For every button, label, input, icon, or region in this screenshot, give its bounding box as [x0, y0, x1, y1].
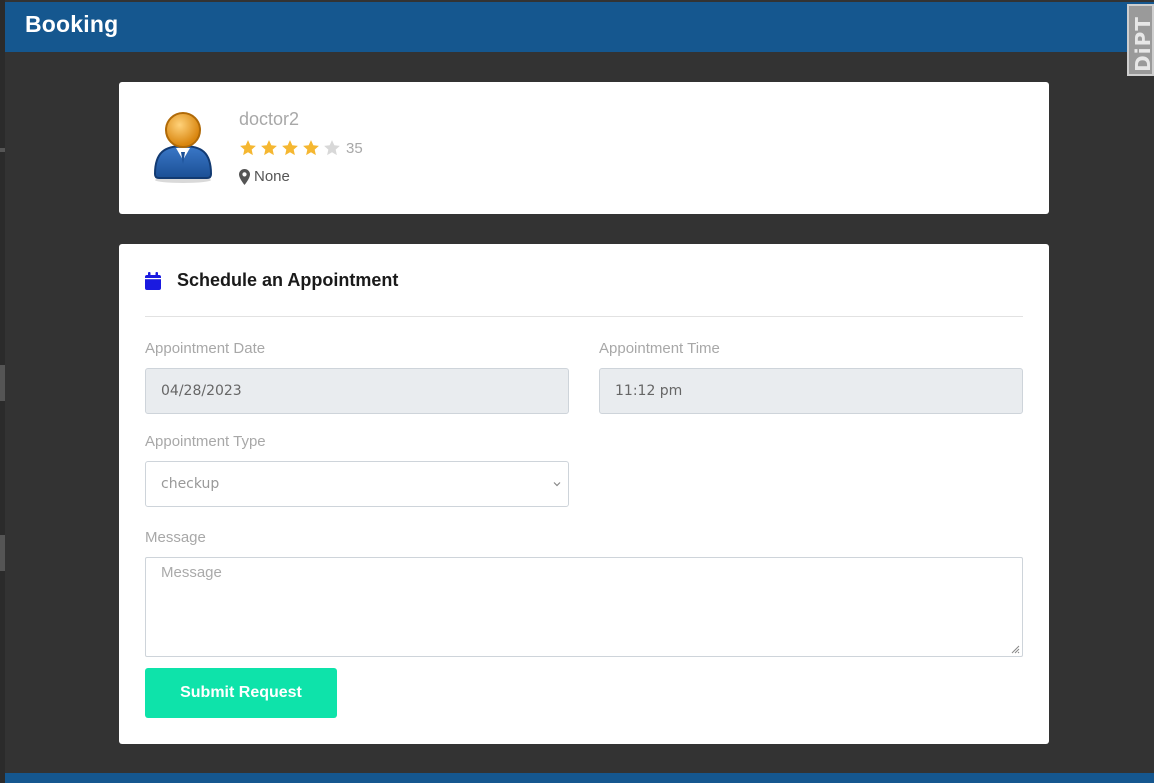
- message-label: Message: [145, 529, 206, 546]
- page-header: Booking: [5, 2, 1154, 52]
- doctor-name: doctor2: [239, 109, 300, 129]
- appointment-type-label: Appointment Type: [145, 433, 266, 450]
- star-filled-icon: [282, 140, 298, 156]
- appointment-date-field[interactable]: 04/28/2023: [145, 368, 569, 414]
- page-title: Booking: [25, 11, 119, 37]
- appointment-form-card: Schedule an Appointment Appointment Date…: [119, 244, 1049, 744]
- appointment-type-value: checkup: [161, 476, 220, 492]
- star-filled-icon: [303, 140, 319, 156]
- chevron-down-icon: [553, 482, 561, 487]
- rating-count: 35: [346, 139, 363, 157]
- message-placeholder: Message: [161, 564, 222, 581]
- corner-badge-text: DiPT: [1130, 16, 1154, 72]
- message-textarea[interactable]: Message: [145, 557, 1023, 657]
- appointment-type-select[interactable]: checkup: [145, 461, 569, 507]
- star-filled-icon: [261, 140, 277, 156]
- star-empty-icon: [324, 140, 340, 156]
- calendar-icon: [145, 271, 161, 290]
- appointment-time-field[interactable]: 11:12 pm: [599, 368, 1023, 414]
- star-filled-icon: [240, 140, 256, 156]
- doctor-location: None: [239, 168, 290, 185]
- submit-request-button[interactable]: Submit Request: [145, 668, 337, 718]
- doctor-profile-card: doctor2 35 None: [119, 82, 1049, 214]
- appointment-date-value: 04/28/2023: [161, 383, 242, 399]
- map-marker-icon: [239, 168, 250, 185]
- footer-bar: [5, 773, 1154, 783]
- heading-divider: [145, 316, 1023, 317]
- left-edge-strip: [0, 0, 5, 783]
- resize-grip-icon[interactable]: [1010, 644, 1020, 654]
- corner-badge: DiPT: [1127, 4, 1154, 76]
- location-text: None: [254, 168, 290, 185]
- appointment-heading: Schedule an Appointment: [145, 270, 398, 291]
- appointment-time-label: Appointment Time: [599, 340, 720, 357]
- appointment-heading-text: Schedule an Appointment: [177, 270, 399, 290]
- doctor-avatar: [151, 108, 215, 184]
- appointment-time-value: 11:12 pm: [615, 383, 683, 399]
- appointment-date-label: Appointment Date: [145, 340, 266, 357]
- rating-stars: 35: [239, 139, 363, 157]
